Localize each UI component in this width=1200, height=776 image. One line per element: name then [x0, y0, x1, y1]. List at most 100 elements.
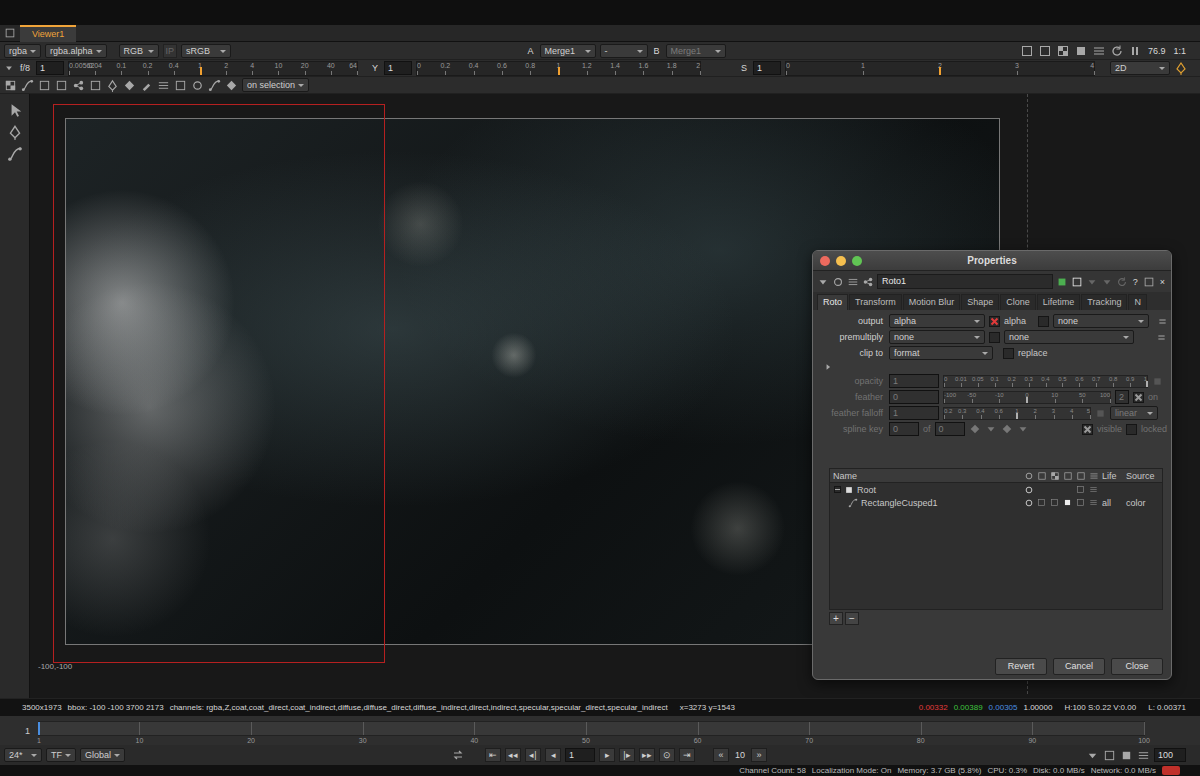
checkbox[interactable] [1133, 392, 1144, 403]
render-icon[interactable] [1103, 749, 1116, 762]
layer-setting-icon[interactable] [1037, 498, 1046, 507]
eye-icon[interactable] [1024, 485, 1034, 495]
zebra-icon[interactable] [1092, 44, 1106, 58]
knob-slider[interactable]: -100-50-1001050100 [943, 391, 1111, 404]
spline-total-field[interactable]: 0 [935, 422, 965, 436]
checkbox[interactable] [1082, 424, 1093, 435]
transport-button[interactable]: ▸ [599, 748, 615, 762]
layer-setting-icon[interactable] [1089, 498, 1098, 507]
transport-button[interactable]: ⇥ [679, 748, 695, 762]
value-field[interactable]: 1 [889, 374, 939, 388]
property-tab[interactable]: Roto [817, 294, 848, 310]
layer-row[interactable]: Root [830, 483, 1162, 496]
fps-dropdown[interactable]: 24* [4, 748, 42, 762]
checkbox[interactable] [989, 332, 1000, 343]
spline-key-field[interactable]: 0 [889, 422, 919, 436]
roto-tool-icon[interactable] [38, 79, 51, 92]
panel-menu-icon[interactable] [4, 27, 16, 39]
slider-handle[interactable] [1016, 413, 1018, 419]
playhead[interactable] [38, 722, 40, 735]
roto-tool-icon[interactable] [106, 79, 119, 92]
roto-tool-icon[interactable] [123, 79, 136, 92]
zoom-light-icon[interactable] [852, 256, 862, 266]
transport-button[interactable]: ◂◂ [505, 748, 521, 762]
channel-dropdown[interactable]: alpha [889, 314, 985, 328]
key-nav-icon[interactable] [969, 423, 981, 435]
property-tab[interactable]: Motion Blur [903, 294, 961, 310]
pause-icon[interactable] [1128, 44, 1142, 58]
step-increment[interactable]: 10 [733, 750, 747, 760]
link-icon[interactable] [1156, 332, 1167, 343]
node-color-icon[interactable] [832, 276, 844, 288]
animation-button-icon[interactable] [1152, 376, 1163, 387]
layer-setting-icon[interactable] [1089, 485, 1098, 494]
clip-icon[interactable] [1038, 44, 1052, 58]
pen-tool-icon[interactable] [7, 124, 23, 140]
revert-button[interactable]: Revert [995, 658, 1047, 675]
roto-tool-icon[interactable] [208, 79, 221, 92]
property-tab[interactable]: Transform [849, 294, 902, 310]
saturation-field[interactable]: 1 [753, 61, 781, 75]
tile-color-icon[interactable] [1056, 276, 1068, 288]
color-picker-icon[interactable] [1174, 61, 1188, 75]
slider-handle[interactable] [939, 67, 941, 75]
puppet-icon[interactable] [862, 276, 874, 288]
slider-handle[interactable] [558, 67, 560, 75]
checkerboard-icon[interactable] [1056, 44, 1070, 58]
roto-tool-icon[interactable] [174, 79, 187, 92]
roto-tool-icon[interactable] [140, 79, 153, 92]
close-light-icon[interactable] [820, 256, 830, 266]
curve-tool-icon[interactable] [7, 146, 23, 162]
cancel-button[interactable]: Cancel [1053, 658, 1105, 675]
transport-button[interactable]: ⊙ [659, 748, 675, 762]
transport-button[interactable]: ⇤ [485, 748, 501, 762]
layer-setting-icon[interactable] [1063, 498, 1072, 507]
link-icon[interactable] [1157, 316, 1168, 327]
float-panel-icon[interactable] [1143, 276, 1155, 288]
property-tab[interactable]: Lifetime [1037, 294, 1081, 310]
range-dropdown[interactable]: Global [80, 748, 125, 762]
remove-shape-button[interactable]: − [845, 612, 859, 625]
display-channel-dropdown[interactable]: rgba.alpha [45, 44, 107, 58]
layer-setting-icon[interactable] [1076, 485, 1085, 494]
rgb-mode-dropdown[interactable]: RGB [119, 44, 159, 58]
viewer-canvas[interactable]: -100,-100PropertiesRoto1?×RotoTransformM… [30, 94, 1200, 698]
expand-toggle[interactable] [834, 486, 841, 493]
clip-dropdown[interactable]: format [889, 346, 993, 360]
in-out-icon[interactable] [1137, 749, 1150, 762]
node-stack-icon[interactable] [847, 276, 859, 288]
selection-mode-dropdown[interactable]: on selection [242, 78, 309, 92]
b-input-dropdown[interactable]: Merge1 [666, 44, 726, 58]
gain-slider[interactable]: 0.005620.040.10.20.412410204064 [68, 61, 358, 76]
transport-button[interactable]: ▸▸ [639, 748, 655, 762]
roto-tool-icon[interactable] [4, 79, 17, 92]
gamma-field[interactable]: 1 [384, 61, 412, 75]
undo-icon[interactable] [1086, 276, 1098, 288]
falloff-dropdown[interactable]: linear [1110, 406, 1158, 420]
timeline-track[interactable]: 1102030405060708090100 [38, 721, 1145, 736]
viewer-tab[interactable]: Viewer1 [20, 25, 76, 42]
collapse-icon[interactable] [817, 276, 829, 288]
roto-tool-icon[interactable] [89, 79, 102, 92]
channel-dropdown[interactable]: none [889, 330, 985, 344]
font-color-icon[interactable] [1071, 276, 1083, 288]
refresh-icon[interactable] [1110, 44, 1124, 58]
saturation-slider[interactable]: 01234 [785, 61, 1095, 76]
node-name-field[interactable]: Roto1 [877, 274, 1053, 289]
roto-tool-icon[interactable] [191, 79, 204, 92]
lut-dropdown[interactable]: sRGB [181, 44, 231, 58]
start-frame[interactable]: 1 [25, 726, 30, 736]
collapse-left-icon[interactable] [4, 63, 14, 73]
property-tab[interactable]: Tracking [1081, 294, 1127, 310]
value-field[interactable]: 1 [889, 406, 939, 420]
roto-tool-icon[interactable] [21, 79, 34, 92]
channels-dropdown[interactable]: rgba [4, 44, 41, 58]
loop-icon[interactable] [451, 748, 465, 762]
knob-slider[interactable]: 0.20.30.40.612345 [943, 407, 1091, 420]
channel-dropdown[interactable]: none [1053, 314, 1149, 328]
eye-icon[interactable] [1024, 498, 1034, 508]
step-forward-button[interactable]: » [751, 748, 767, 762]
view-mode-dropdown[interactable]: 2D [1110, 61, 1170, 75]
a-input-dropdown[interactable]: Merge1 [540, 44, 596, 58]
roto-tool-icon[interactable] [225, 79, 238, 92]
